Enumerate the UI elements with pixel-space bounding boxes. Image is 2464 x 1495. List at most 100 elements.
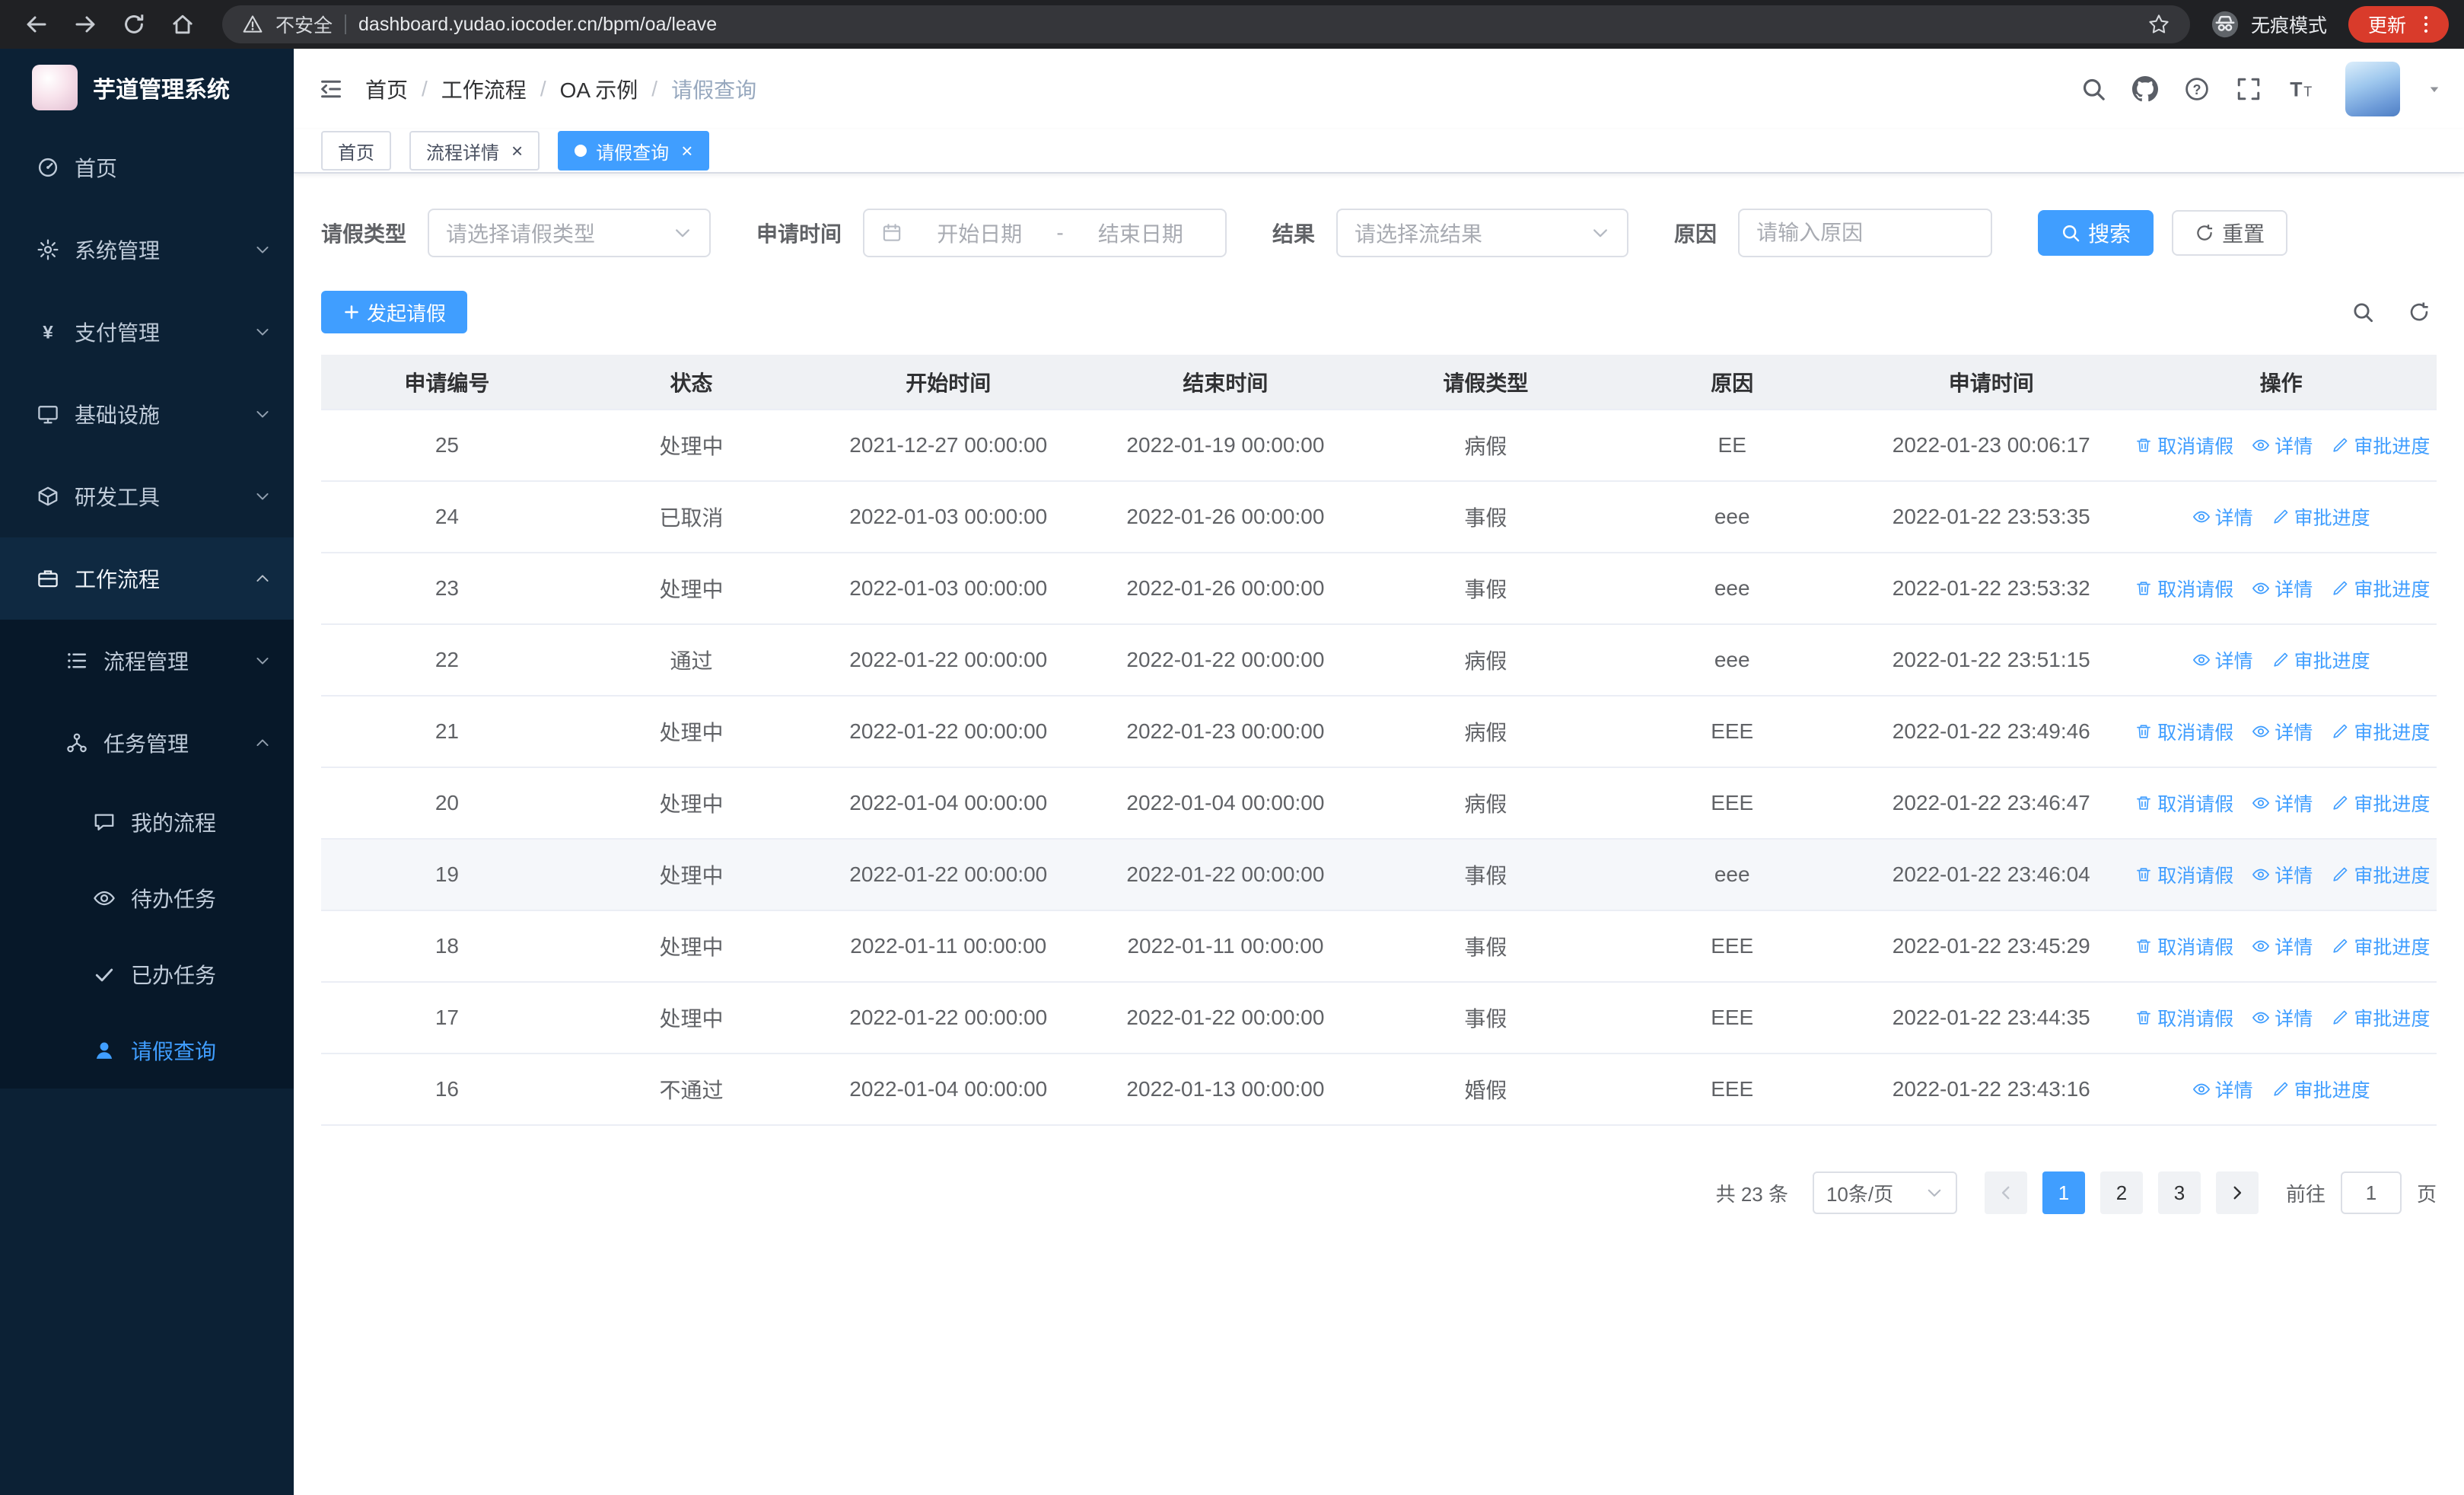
action-detail-link[interactable]: 详情 [2252, 1004, 2313, 1031]
sidebar-item-3[interactable]: 基础设施 [0, 373, 294, 455]
action-detail-link[interactable]: 详情 [2252, 789, 2313, 817]
sidebar-item-label: 系统管理 [75, 239, 161, 263]
header-search-icon[interactable] [2080, 76, 2106, 102]
action-progress-link[interactable]: 审批进度 [2331, 432, 2430, 459]
action-cancel-link[interactable]: 取消请假 [2135, 432, 2233, 459]
bookmark-star-icon[interactable] [2147, 13, 2170, 36]
page-size-select[interactable]: 10条/页 [1812, 1171, 1957, 1214]
action-detail-link[interactable]: 详情 [2252, 718, 2313, 745]
table-row[interactable]: 17 处理中 2022-01-22 00:00:00 2022-01-22 00:00… [321, 982, 2437, 1054]
view-tab[interactable]: 请假查询 × [558, 131, 710, 171]
page-button-2[interactable]: 2 [2099, 1171, 2143, 1214]
action-progress-link[interactable]: 审批进度 [2331, 1004, 2430, 1031]
sidebar-item-1[interactable]: 系统管理 [0, 209, 294, 291]
table-row[interactable]: 22 通过 2022-01-22 00:00:00 2022-01-22 00:00:… [321, 624, 2437, 696]
breadcrumb-item[interactable]: OA 示例 [560, 74, 638, 104]
action-progress-link[interactable]: 审批进度 [2331, 718, 2430, 745]
table-row[interactable]: 21 处理中 2022-01-22 00:00:00 2022-01-23 00:00… [321, 696, 2437, 768]
filter-form: 请假类型 请选择请假类型 申请时间 开始日期 - 结束日期 结果 请选择流结果 … [321, 209, 2437, 257]
table-cell: 处理中 [572, 410, 810, 482]
table-row[interactable]: 16 不通过 2022-01-04 00:00:00 2022-01-13 00:00… [321, 1054, 2437, 1126]
sidebar-item-5[interactable]: 工作流程 [0, 537, 294, 620]
action-cancel-link[interactable]: 取消请假 [2135, 789, 2233, 817]
apply-time-range-picker[interactable]: 开始日期 - 结束日期 [863, 209, 1227, 257]
font-size-icon[interactable]: TT [2287, 76, 2313, 102]
browser-update-button[interactable]: 更新 [2348, 6, 2449, 43]
goto-page-input[interactable] [2340, 1171, 2402, 1214]
breadcrumb-item[interactable]: 工作流程 [441, 74, 527, 104]
action-detail-link[interactable]: 详情 [2192, 1076, 2253, 1103]
page-button-3[interactable]: 3 [2157, 1171, 2201, 1214]
next-page-button[interactable] [2215, 1171, 2259, 1214]
table-row[interactable]: 18 处理中 2022-01-11 00:00:00 2022-01-11 00:00… [321, 910, 2437, 983]
url-bar[interactable]: 不安全 dashboard.yudao.iocoder.cn/bpm/oa/le… [222, 5, 2190, 43]
table-cell: 20 [321, 767, 573, 840]
action-cancel-link[interactable]: 取消请假 [2135, 1004, 2233, 1031]
browser-reload-icon[interactable] [113, 3, 155, 46]
action-detail-link[interactable]: 详情 [2192, 503, 2253, 531]
action-detail-link[interactable]: 详情 [2192, 646, 2253, 674]
prev-page-button[interactable] [1984, 1171, 2027, 1214]
sidebar-item-2[interactable]: ¥ 支付管理 [0, 291, 294, 373]
sidebar-item-8[interactable]: 我的流程 [0, 784, 294, 860]
sidebar-item-6[interactable]: 流程管理 [0, 620, 294, 702]
close-icon[interactable]: × [681, 141, 692, 161]
table-row[interactable]: 19 处理中 2022-01-22 00:00:00 2022-01-22 00:00… [321, 839, 2437, 911]
action-progress-link[interactable]: 审批进度 [2331, 861, 2430, 888]
result-select[interactable]: 请选择流结果 [1336, 209, 1629, 257]
avatar-caret-icon[interactable] [2426, 81, 2443, 97]
svg-text:?: ? [2192, 82, 2201, 97]
action-cancel-link[interactable]: 取消请假 [2135, 932, 2233, 960]
action-detail-link[interactable]: 详情 [2252, 575, 2313, 602]
action-progress-link[interactable]: 审批进度 [2271, 503, 2370, 531]
action-detail-link[interactable]: 详情 [2252, 432, 2313, 459]
breadcrumb-item[interactable]: 首页 [365, 74, 408, 104]
eye-icon [93, 887, 116, 910]
trash-icon [2135, 937, 2153, 955]
reason-input[interactable] [1738, 209, 1993, 257]
browser-menu-icon[interactable] [2415, 14, 2437, 35]
calendar-icon [881, 222, 903, 244]
search-button[interactable]: 搜索 [2038, 210, 2154, 256]
sidebar-item-0[interactable]: 首页 [0, 126, 294, 209]
user-avatar[interactable] [2345, 62, 2400, 116]
table-row[interactable]: 23 处理中 2022-01-03 00:00:00 2022-01-26 00:00… [321, 553, 2437, 625]
action-progress-link[interactable]: 审批进度 [2331, 932, 2430, 960]
action-detail-link[interactable]: 详情 [2252, 932, 2313, 960]
sidebar-item-9[interactable]: 待办任务 [0, 860, 294, 936]
close-icon[interactable]: × [511, 141, 523, 161]
sidebar-item-7[interactable]: 任务管理 [0, 702, 294, 784]
action-cancel-link[interactable]: 取消请假 [2135, 861, 2233, 888]
action-progress-link[interactable]: 审批进度 [2331, 789, 2430, 817]
list-icon [65, 649, 88, 672]
action-cancel-link[interactable]: 取消请假 [2135, 718, 2233, 745]
sidebar-item-label: 我的流程 [131, 811, 217, 835]
fullscreen-icon[interactable] [2236, 76, 2262, 102]
page-button-1[interactable]: 1 [2042, 1171, 2085, 1214]
leave-type-select[interactable]: 请选择请假类型 [428, 209, 712, 257]
toggle-search-icon[interactable] [2351, 301, 2374, 324]
sidebar-item-4[interactable]: 研发工具 [0, 455, 294, 537]
github-icon[interactable] [2132, 76, 2158, 102]
table-refresh-icon[interactable] [2408, 301, 2431, 324]
reset-button[interactable]: 重置 [2172, 210, 2288, 256]
table-row[interactable]: 25 处理中 2021-12-27 00:00:00 2022-01-19 00:00… [321, 410, 2437, 482]
help-icon[interactable]: ? [2184, 76, 2210, 102]
action-detail-link[interactable]: 详情 [2252, 861, 2313, 888]
action-progress-link[interactable]: 审批进度 [2271, 646, 2370, 674]
sidebar-item-11[interactable]: 请假查询 [0, 1012, 294, 1089]
create-leave-button[interactable]: 发起请假 [321, 291, 468, 333]
table-row[interactable]: 24 已取消 2022-01-03 00:00:00 2022-01-26 00:00… [321, 481, 2437, 553]
table-row[interactable]: 20 处理中 2022-01-04 00:00:00 2022-01-04 00:00… [321, 767, 2437, 840]
action-progress-link[interactable]: 审批进度 [2271, 1076, 2370, 1103]
table-cell: 2022-01-26 00:00:00 [1087, 481, 1364, 553]
action-cancel-link[interactable]: 取消请假 [2135, 575, 2233, 602]
browser-forward-icon[interactable] [64, 3, 107, 46]
browser-back-icon[interactable] [15, 3, 58, 46]
sidebar-item-10[interactable]: 已办任务 [0, 936, 294, 1012]
view-tab[interactable]: 流程详情 × [409, 131, 540, 171]
sidebar-collapse-button[interactable] [318, 76, 344, 102]
action-progress-link[interactable]: 审批进度 [2331, 575, 2430, 602]
browser-home-icon[interactable] [161, 3, 204, 46]
view-tab[interactable]: 首页 [321, 131, 391, 171]
